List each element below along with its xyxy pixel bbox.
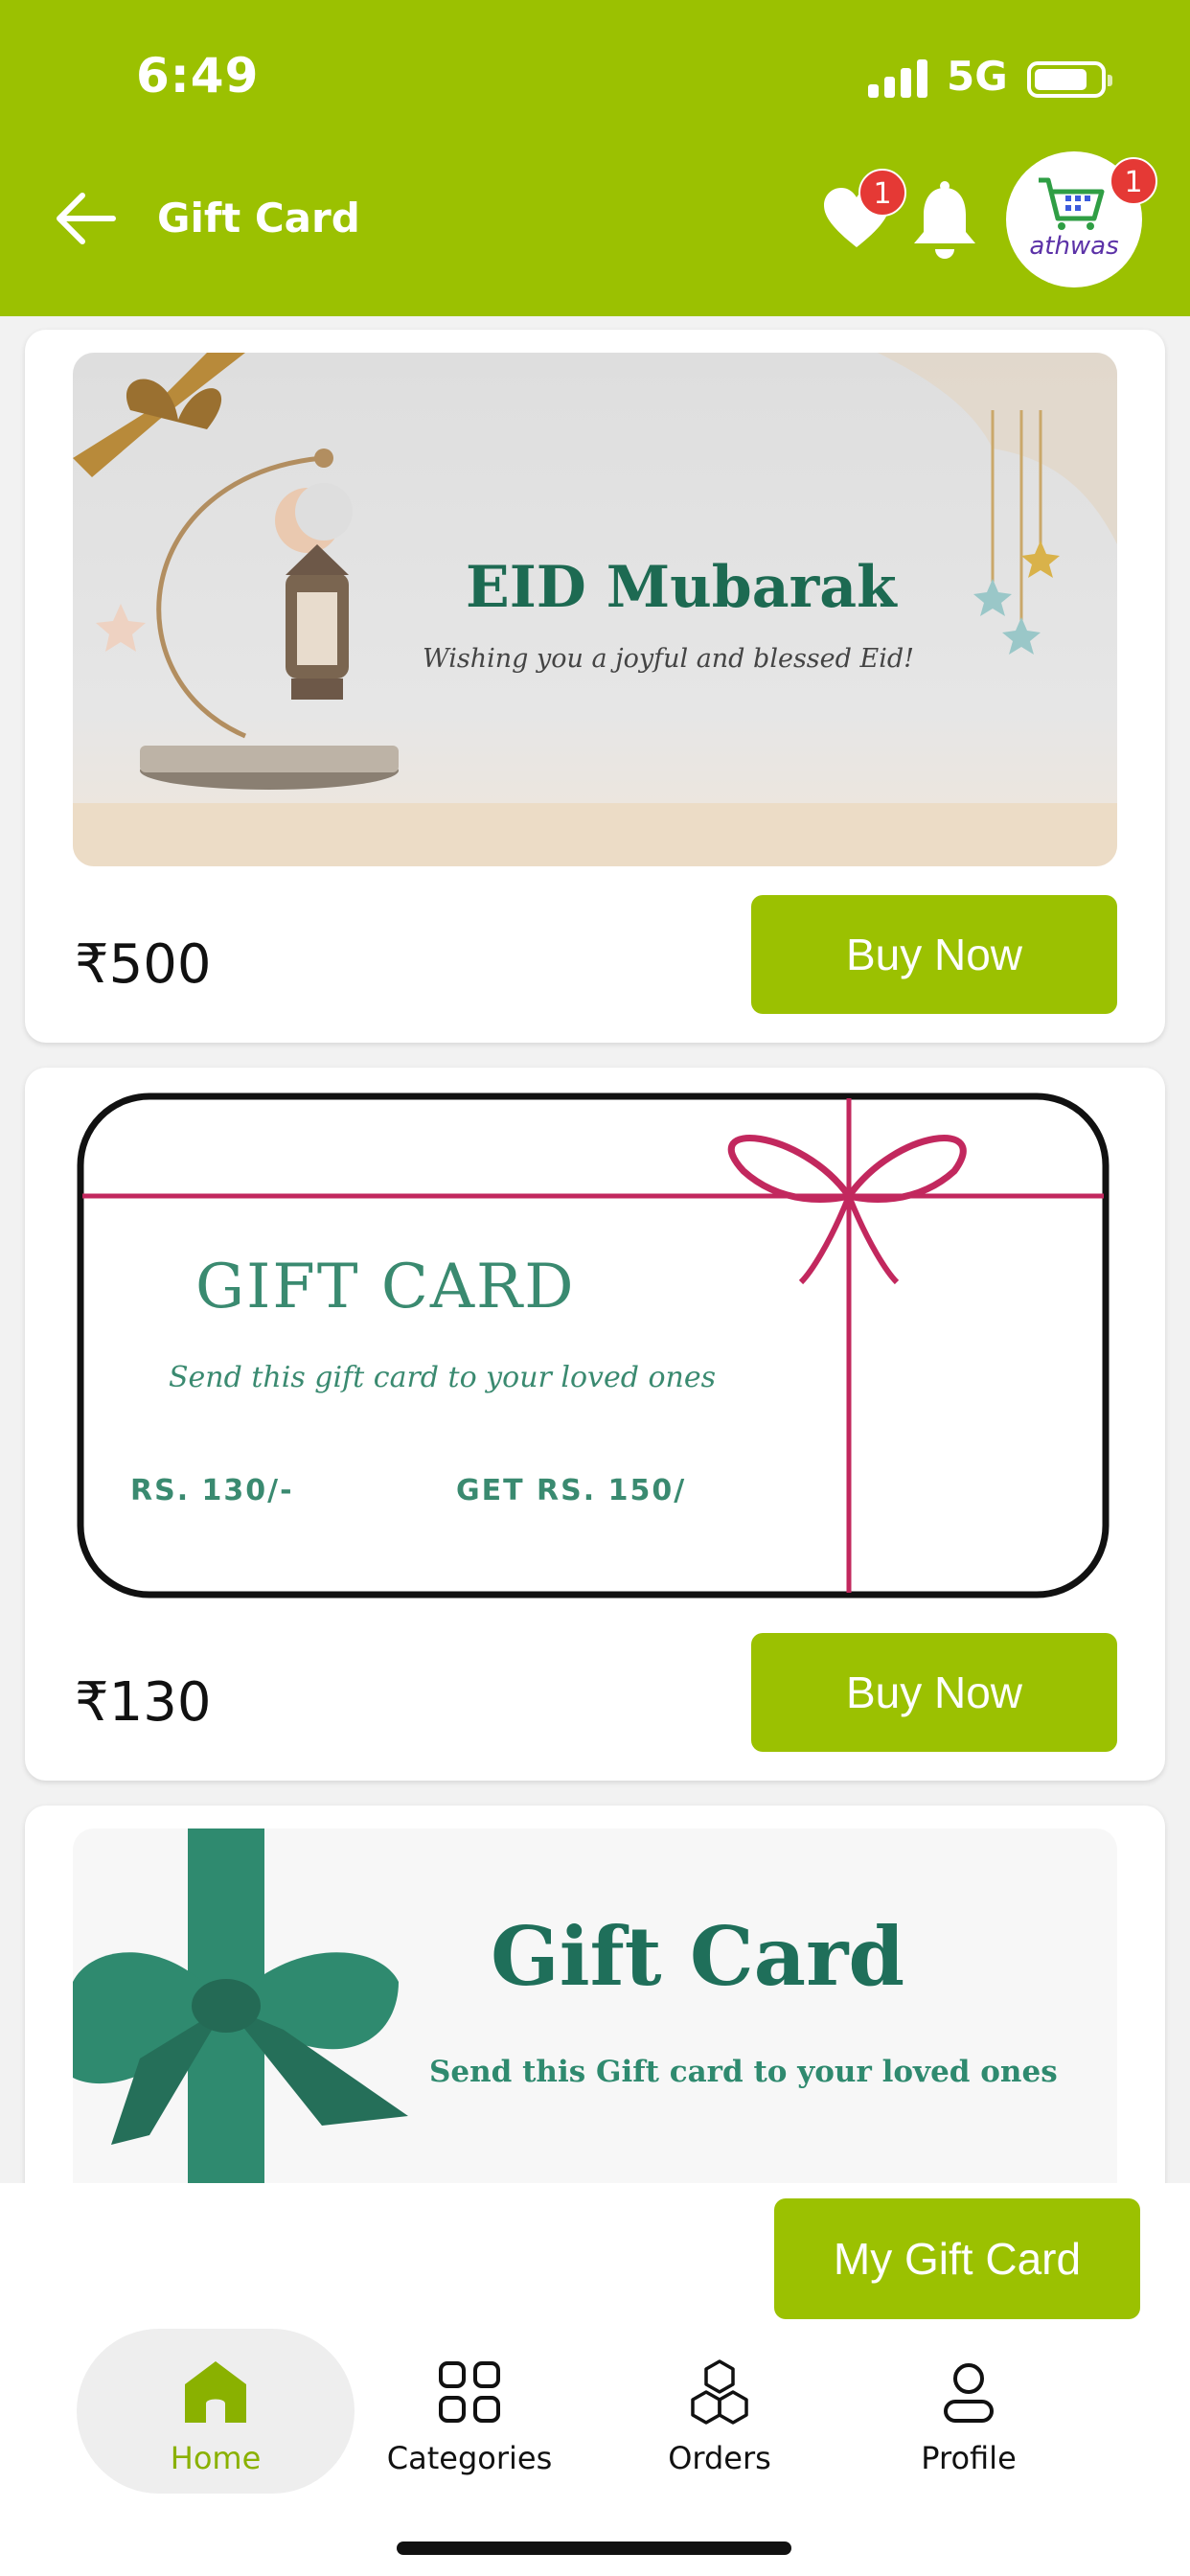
cart-badge: 1 (1110, 157, 1157, 205)
back-arrow-icon[interactable] (50, 188, 119, 249)
gift-card-item: GIFT CARD Send this gift card to your lo… (25, 1068, 1165, 1781)
grid-icon (439, 2361, 500, 2423)
bell-icon (914, 181, 975, 259)
nav-label: Home (170, 2440, 262, 2476)
nav-label: Profile (921, 2440, 1017, 2476)
wishlist-button[interactable]: 1 (820, 169, 906, 253)
my-gift-card-button[interactable]: My Gift Card (774, 2198, 1140, 2319)
nav-home[interactable]: Home (77, 2329, 355, 2494)
card-image-subtitle: Wishing you a joyful and blessed Eid! (423, 644, 914, 674)
app-header: 6:49 5G Gift Card 1 athwas 1 (0, 0, 1190, 316)
page-title: Gift Card (157, 195, 360, 242)
gift-card-price: ₹130 (75, 1671, 212, 1734)
boxes-icon (691, 2359, 748, 2425)
notification-button[interactable] (910, 178, 979, 261)
gift-card-price: ₹500 (75, 933, 212, 996)
status-time: 6:49 (136, 48, 260, 104)
nav-profile[interactable]: Profile (830, 2329, 1108, 2494)
buy-now-button[interactable]: Buy Now (751, 895, 1117, 1014)
gift-card-image[interactable]: EID Mubarak Wishing you a joyful and ble… (73, 353, 1117, 866)
status-bar: 6:49 5G (0, 0, 1190, 163)
home-indicator (397, 2542, 791, 2555)
user-icon (944, 2363, 994, 2423)
gift-card-image[interactable]: Gift Card Send this Gift card to your lo… (73, 1828, 1117, 2231)
nav-label: Orders (668, 2440, 771, 2476)
card-image-title: EID Mubarak (466, 554, 897, 621)
card-image-offer-left: RS. 130/- (130, 1474, 294, 1507)
signal-icon (868, 59, 929, 98)
card-image-title: GIFT CARD (195, 1252, 576, 1322)
nav-categories[interactable]: Categories (331, 2329, 608, 2494)
buy-now-button[interactable]: Buy Now (751, 1633, 1117, 1752)
card-image-offer-right: GET RS. 150/ (456, 1474, 687, 1507)
card-image-subtitle: Send this Gift card to your loved ones (429, 2055, 1058, 2089)
brand-logo-text: athwas (1029, 232, 1119, 261)
bottom-navigation: Home Categories Orders Profile (0, 2329, 1190, 2511)
gift-card-image[interactable]: GIFT CARD Send this gift card to your lo… (73, 1091, 1117, 1604)
home-icon (185, 2361, 246, 2423)
card-image-title: Gift Card (491, 1909, 905, 2004)
nav-orders[interactable]: Orders (581, 2329, 858, 2494)
network-type: 5G (947, 53, 1008, 100)
battery-icon (1027, 61, 1112, 98)
nav-label: Categories (386, 2440, 553, 2476)
gift-card-item: EID Mubarak Wishing you a joyful and ble… (25, 330, 1165, 1043)
wishlist-badge: 1 (858, 169, 906, 217)
gift-card-item: Gift Card Send this Gift card to your lo… (25, 1806, 1165, 2237)
card-image-subtitle: Send this gift card to your loved ones (169, 1361, 717, 1394)
